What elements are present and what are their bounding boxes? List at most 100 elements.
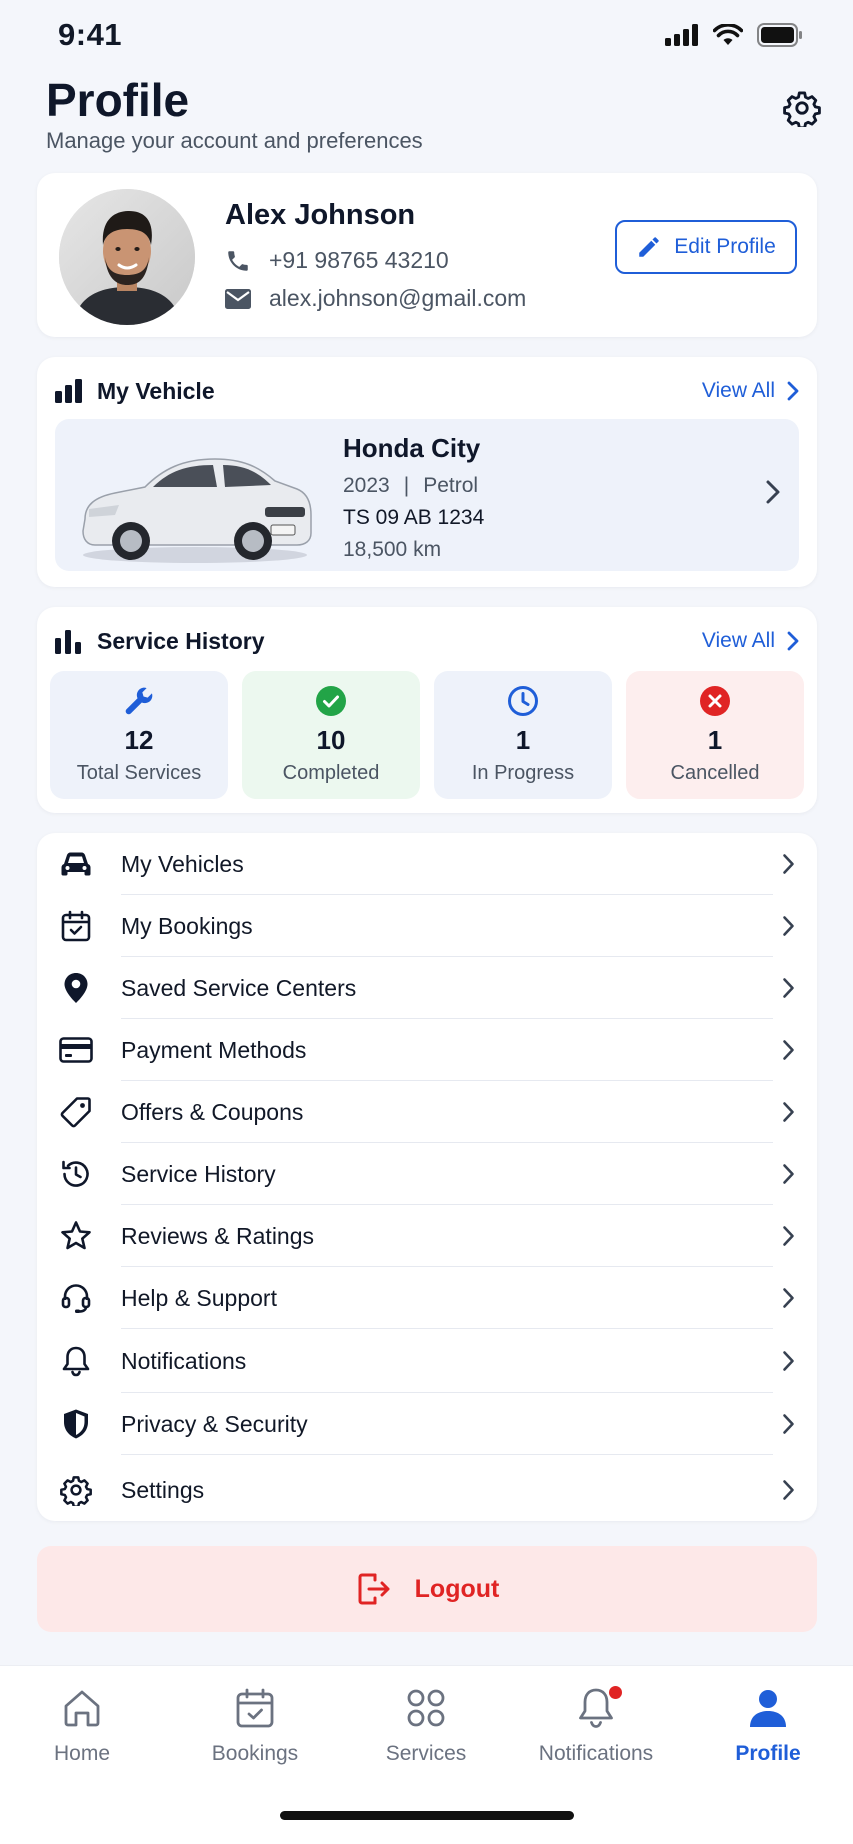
chevron-right-icon <box>787 381 799 401</box>
tab-label: Home <box>53 1742 111 1765</box>
service-history-title: Service History <box>97 627 265 654</box>
tab-profile[interactable]: Profile <box>693 1684 843 1780</box>
email-row: alex.johnson@gmail.com <box>225 285 526 312</box>
chevron-right-icon <box>783 1040 794 1060</box>
menu-item-my-bookings[interactable]: My Bookings <box>37 895 817 957</box>
stat-value: 12 <box>124 725 154 755</box>
phone-number: +91 98765 43210 <box>269 247 449 273</box>
vehicle-year: 2023 <box>343 474 390 497</box>
phone-row: +91 98765 43210 <box>225 247 449 274</box>
logout-label: Logout <box>414 1574 500 1603</box>
tab-services[interactable]: Services <box>351 1684 501 1780</box>
chevron-right-icon <box>783 1226 794 1246</box>
stat-value: 1 <box>515 725 531 755</box>
headset-icon <box>61 1284 91 1313</box>
stat-label: Completed <box>282 762 380 784</box>
chevron-right-icon <box>783 978 794 998</box>
profile-name: Alex Johnson <box>225 199 416 231</box>
stat-total-services[interactable]: 12 Total Services <box>50 671 228 799</box>
gear-icon <box>60 1476 92 1506</box>
vehicle-name: Honda City <box>343 433 481 463</box>
location-pin-icon <box>64 973 88 1003</box>
car-icon <box>61 852 91 876</box>
menu-item-label: My Bookings <box>121 912 253 939</box>
pencil-icon <box>639 237 659 257</box>
wifi-icon <box>713 24 743 45</box>
service-history-card: Service History View All 12 Total Servic… <box>37 607 817 813</box>
divider <box>121 1328 773 1329</box>
tab-notifications[interactable]: Notifications <box>521 1684 671 1780</box>
wrench-icon <box>125 687 153 715</box>
check-circle-icon <box>316 686 346 716</box>
stat-in-progress[interactable]: 1 In Progress <box>434 671 612 799</box>
bar-chart-icon <box>55 379 82 403</box>
chevron-right-icon <box>783 1414 794 1434</box>
credit-card-icon <box>59 1037 93 1063</box>
chevron-right-icon <box>783 854 794 874</box>
profile-card: Alex Johnson +91 98765 43210 alex.johnso… <box>37 173 817 337</box>
tab-label: Profile <box>735 1742 801 1765</box>
avatar <box>59 189 195 325</box>
menu-item-offers-coupons[interactable]: Offers & Coupons <box>37 1081 817 1143</box>
bar-chart-icon <box>55 630 81 654</box>
email-address: alex.johnson@gmail.com <box>269 285 527 311</box>
chevron-right-icon <box>783 1351 794 1371</box>
gear-icon <box>783 91 821 127</box>
stat-completed[interactable]: 10 Completed <box>242 671 420 799</box>
chevron-right-icon <box>787 631 799 651</box>
logout-button[interactable]: Logout <box>37 1546 817 1632</box>
chevron-right-icon <box>766 480 780 504</box>
menu-item-payment-methods[interactable]: Payment Methods <box>37 1019 817 1081</box>
menu-item-label: Offers & Coupons <box>121 1098 304 1125</box>
menu-item-service-history[interactable]: Service History <box>37 1143 817 1205</box>
menu-item-label: Settings <box>121 1476 205 1503</box>
vehicle-plate: TS 09 AB 1234 <box>343 506 485 529</box>
phone-icon <box>228 250 248 271</box>
tab-label: Bookings <box>211 1742 299 1765</box>
tab-label: Services <box>385 1742 467 1765</box>
page-subtitle: Manage your account and preferences <box>46 128 423 153</box>
status-icons <box>665 23 803 47</box>
menu-item-help-support[interactable]: Help & Support <box>37 1267 817 1329</box>
edit-profile-button[interactable]: Edit Profile <box>615 220 797 274</box>
menu-item-reviews-ratings[interactable]: Reviews & Ratings <box>37 1205 817 1267</box>
clock-icon <box>508 686 538 716</box>
history-view-all-link[interactable]: View All <box>702 629 799 653</box>
tab-bookings[interactable]: Bookings <box>180 1684 330 1780</box>
grid-icon <box>407 1689 445 1727</box>
my-vehicle-title: My Vehicle <box>97 377 215 404</box>
shield-icon <box>64 1409 88 1439</box>
vehicle-fuel: Petrol <box>423 474 479 497</box>
menu-item-my-vehicles[interactable]: My Vehicles <box>37 833 817 895</box>
menu-item-notifications[interactable]: Notifications <box>37 1330 817 1392</box>
menu-item-label: Service History <box>121 1160 276 1187</box>
user-icon <box>750 1690 786 1727</box>
chevron-right-icon <box>783 1480 794 1500</box>
page-header: Profile Manage your account and preferen… <box>46 74 826 154</box>
vehicle-meta-separator: | <box>403 474 410 497</box>
stat-cancelled[interactable]: 1 Cancelled <box>626 671 804 799</box>
menu-item-settings[interactable]: Settings <box>37 1459 817 1521</box>
menu-item-label: Notifications <box>121 1347 247 1374</box>
calendar-check-icon <box>61 910 91 942</box>
settings-button[interactable] <box>780 86 824 130</box>
service-history-header: Service History View All <box>55 623 799 659</box>
settings-menu: My Vehicles My Bookings Saved Service Ce… <box>37 833 817 1521</box>
logout-icon <box>358 1573 390 1605</box>
view-all-label: View All <box>701 629 775 652</box>
notification-badge <box>609 1686 622 1699</box>
menu-item-privacy-security[interactable]: Privacy & Security <box>37 1393 817 1455</box>
menu-item-label: Payment Methods <box>121 1036 307 1063</box>
menu-item-label: Reviews & Ratings <box>121 1222 315 1249</box>
view-all-label: View All <box>701 379 775 402</box>
tab-home[interactable]: Home <box>7 1684 157 1780</box>
menu-item-saved-service-centers[interactable]: Saved Service Centers <box>37 957 817 1019</box>
mail-icon <box>225 288 251 309</box>
vehicle-item[interactable]: Honda City 2023 | Petrol TS 09 AB 1234 1… <box>55 419 799 571</box>
home-icon <box>64 1690 100 1727</box>
vehicle-view-all-link[interactable]: View All <box>702 379 799 403</box>
chevron-right-icon <box>783 916 794 936</box>
divider <box>121 1454 773 1455</box>
page-title: Profile <box>46 74 190 126</box>
signal-icon <box>665 24 698 46</box>
